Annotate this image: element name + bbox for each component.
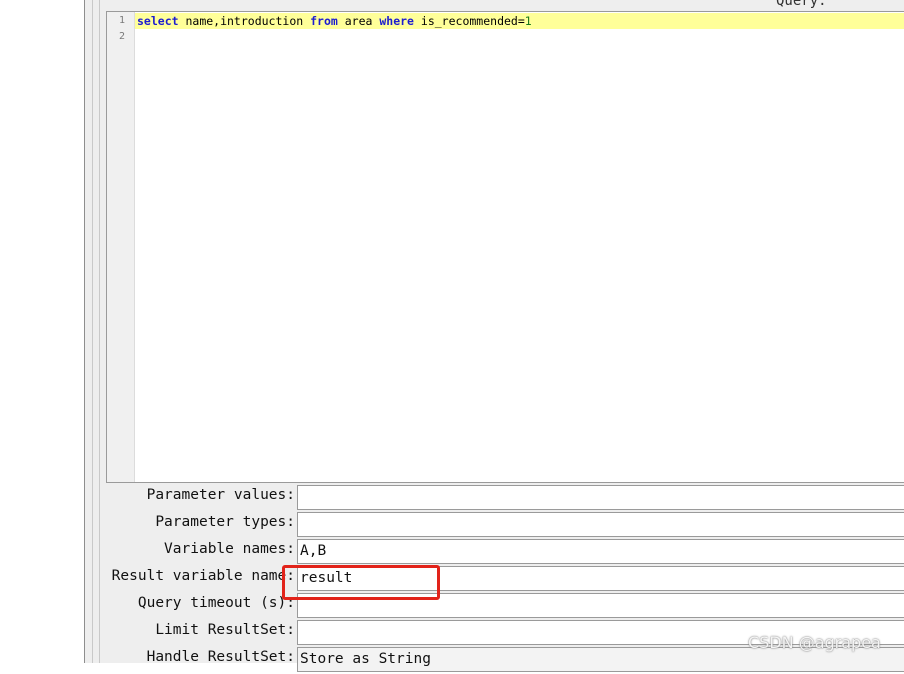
parameter-values-row: Parameter values: — [0, 485, 904, 512]
line-number: 2 — [118, 31, 125, 42]
parameter-types-label: Parameter types: — [155, 514, 295, 530]
variable-names-row: Variable names: A,B — [0, 539, 904, 566]
variable-names-label: Variable names: — [164, 541, 295, 557]
result-variable-name-row: Result variable name: result — [0, 566, 904, 593]
sql-keyword: where — [379, 14, 414, 28]
code-line[interactable] — [135, 29, 904, 45]
sql-text: is_recommended= — [413, 14, 525, 28]
annotation-highlight-box — [282, 565, 440, 600]
sql-keyword: select — [137, 14, 179, 28]
parameter-values-field[interactable] — [297, 485, 904, 510]
parameter-values-label: Parameter values: — [146, 487, 295, 503]
sql-query-editor[interactable]: 1 2 select name,introduction from area w… — [106, 11, 904, 483]
query-timeout-row: Query timeout (s): — [0, 593, 904, 620]
line-number-gutter: 1 2 — [107, 12, 135, 482]
code-line[interactable]: select name,introduction from area where… — [135, 13, 904, 29]
query-label: Query: — [776, 0, 827, 9]
watermark: CSDN @agrapea — [748, 633, 881, 652]
limit-resultset-label: Limit ResultSet: — [155, 622, 295, 638]
variable-names-field[interactable]: A,B — [297, 539, 904, 564]
parameter-types-row: Parameter types: — [0, 512, 904, 539]
line-number: 1 — [118, 15, 125, 26]
parameter-types-field[interactable] — [297, 512, 904, 537]
result-variable-name-label: Result variable name: — [111, 568, 295, 584]
sql-text: area — [337, 14, 380, 28]
sql-text: name,introduction — [178, 14, 311, 28]
sql-number: 1 — [524, 14, 532, 28]
query-timeout-label: Query timeout (s): — [137, 595, 295, 611]
sql-keyword: from — [310, 14, 338, 28]
